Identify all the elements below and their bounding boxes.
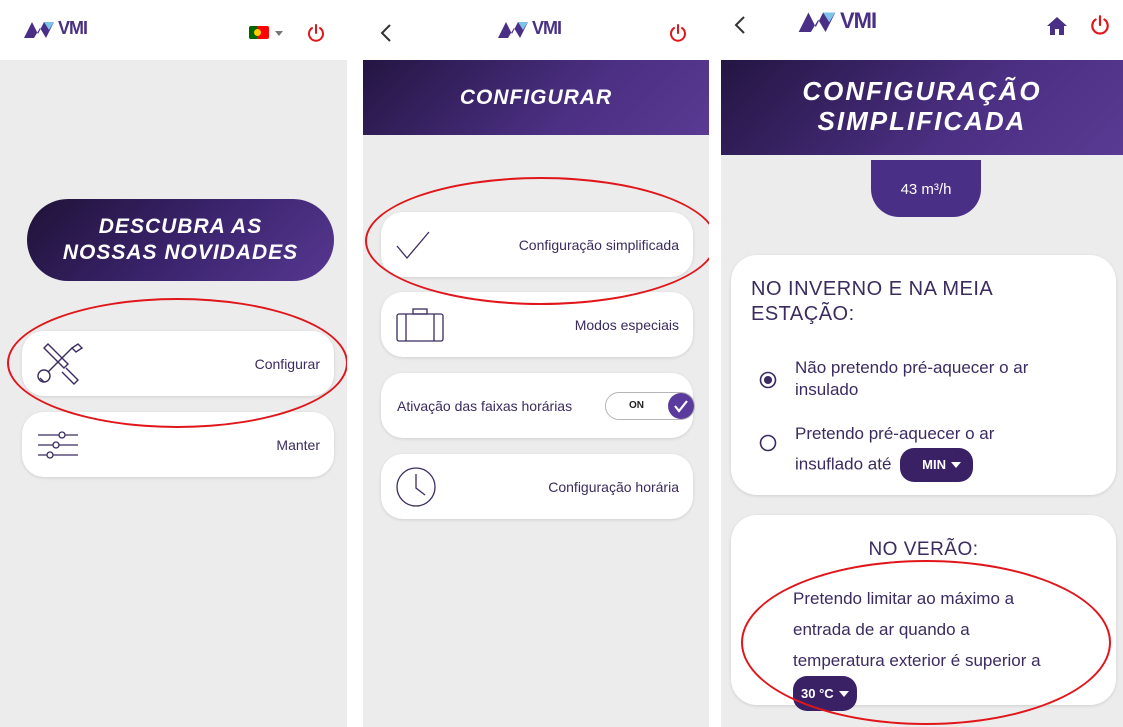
airflow-value: 43 m³/h <box>900 181 952 198</box>
summer-settings-card: NO VERÃO: Pretendo limitar ao máximo a e… <box>731 515 1116 711</box>
menu-item-modos-especiais[interactable]: Modos especiais <box>381 292 693 357</box>
radio-preheat-label: Pretendo pré-aquecer o ar insuflado até … <box>795 420 1115 482</box>
vmi-logo: VMI <box>798 8 877 34</box>
check-circle-icon <box>668 393 694 419</box>
home-icon[interactable] <box>1046 16 1068 36</box>
language-dropdown-caret-icon[interactable] <box>275 31 283 36</box>
dropdown-caret-icon <box>950 462 961 468</box>
summer-text-line2: entrada de ar quando a <box>793 620 970 639</box>
radio-selected-icon <box>759 371 777 389</box>
top-bar: VMI <box>363 0 709 60</box>
vmi-logo-mark-icon <box>498 21 528 38</box>
menu-item-manter-label: Manter <box>276 436 320 453</box>
power-icon[interactable] <box>668 23 688 43</box>
summer-heading: NO VERÃO: <box>868 539 979 560</box>
radio-preheat-line1: Pretendo pré-aquecer o ar <box>795 424 995 443</box>
summer-temperature-dropdown[interactable]: 30 °C <box>793 676 857 711</box>
page-title-line2: SIMPLIFICADA <box>817 106 1027 136</box>
news-banner-line2: NOSSAS NOVIDADES <box>62 241 299 264</box>
power-icon[interactable] <box>306 23 326 43</box>
winter-heading: NO INVERNO E NA MEIA ESTAÇÃO: <box>751 277 993 327</box>
dropdown-caret-icon <box>838 690 849 697</box>
vmi-logo: VMI <box>498 18 562 39</box>
logo-text: VMI <box>532 18 562 38</box>
news-banner-line1: DESCUBRA AS <box>98 215 263 238</box>
winter-heading-line1: NO INVERNO E NA MEIA <box>751 278 994 300</box>
menu-item-manter[interactable]: Manter <box>22 412 334 477</box>
page-title-banner: CONFIGURAR <box>363 60 709 135</box>
top-bar: VMI <box>721 0 1123 60</box>
airflow-badge: 43 m³/h <box>871 160 981 217</box>
toggle-state-text: ON <box>629 400 644 411</box>
preheat-temperature-value: MIN <box>922 457 946 472</box>
radio-no-preheat-label: Não pretendo pré-aquecer o ar insulado <box>795 357 1115 401</box>
checkmark-icon <box>396 231 430 259</box>
preheat-temperature-dropdown[interactable]: MIN <box>900 448 973 482</box>
menu-item-configuracao-horaria[interactable]: Configuração horária <box>381 454 693 519</box>
summer-text-line1: Pretendo limitar ao máximo a <box>793 589 1015 608</box>
tools-icon <box>37 342 84 385</box>
summer-temperature-value: 30 °C <box>801 686 834 701</box>
power-icon[interactable] <box>1089 14 1111 36</box>
summer-text-line3: temperatura exterior é superior a <box>793 651 1041 670</box>
screen-configurar: VMI CONFIGURAR Configuração simplificada… <box>363 0 709 727</box>
menu-item-faixas-horarias[interactable]: Ativação das faixas horárias ON <box>381 373 695 438</box>
news-banner-button[interactable]: DESCUBRA AS NOSSAS NOVIDADES <box>27 199 334 281</box>
clock-icon <box>396 466 436 507</box>
vmi-logo: VMI <box>24 18 88 39</box>
radio-preheat-line2: insuflado até <box>795 454 892 474</box>
summer-text: Pretendo limitar ao máximo a entrada de … <box>793 583 1113 711</box>
screen-configuracao-simplificada: VMI CONFIGURAÇÃO SIMPLIFICADA 43 m³/h NO… <box>721 0 1123 727</box>
suitcase-icon <box>396 307 444 342</box>
sliders-icon <box>38 430 78 459</box>
portugal-flag-icon[interactable] <box>249 26 269 39</box>
top-bar: VMI <box>0 0 347 60</box>
menu-item-configuracao-simplificada[interactable]: Configuração simplificada <box>381 212 693 277</box>
back-arrow-icon[interactable] <box>731 14 749 36</box>
schedule-toggle[interactable]: ON <box>605 392 695 420</box>
radio-no-preheat-line1: Não pretendo pré-aquecer o ar <box>795 358 1029 377</box>
radio-no-preheat-line2: insulado <box>795 380 859 399</box>
radio-unselected-icon <box>759 434 777 452</box>
logo-text: VMI <box>58 18 88 38</box>
page-title-banner: CONFIGURAÇÃO SIMPLIFICADA <box>721 60 1123 155</box>
page-title-line1: CONFIGURAÇÃO <box>802 76 1042 106</box>
winter-settings-card: NO INVERNO E NA MEIA ESTAÇÃO: Não preten… <box>731 255 1116 495</box>
winter-heading-line2: ESTAÇÃO: <box>751 303 855 325</box>
vmi-logo-mark-icon <box>24 21 54 38</box>
screen-home: VMI DESCUBRA AS NOSSAS NOVIDADES Configu… <box>0 0 347 727</box>
page-title: CONFIGURAR <box>459 86 613 109</box>
back-arrow-icon[interactable] <box>377 22 395 44</box>
menu-item-label: Ativação das faixas horárias <box>397 397 573 414</box>
menu-item-label: Configuração horária <box>548 478 679 495</box>
menu-item-configurar-label: Configurar <box>254 355 320 372</box>
menu-item-label: Modos especiais <box>574 316 679 333</box>
menu-item-configurar[interactable]: Configurar <box>22 331 334 396</box>
logo-text: VMI <box>840 8 877 33</box>
vmi-logo-mark-icon <box>798 12 836 32</box>
menu-item-label: Configuração simplificada <box>518 236 679 253</box>
